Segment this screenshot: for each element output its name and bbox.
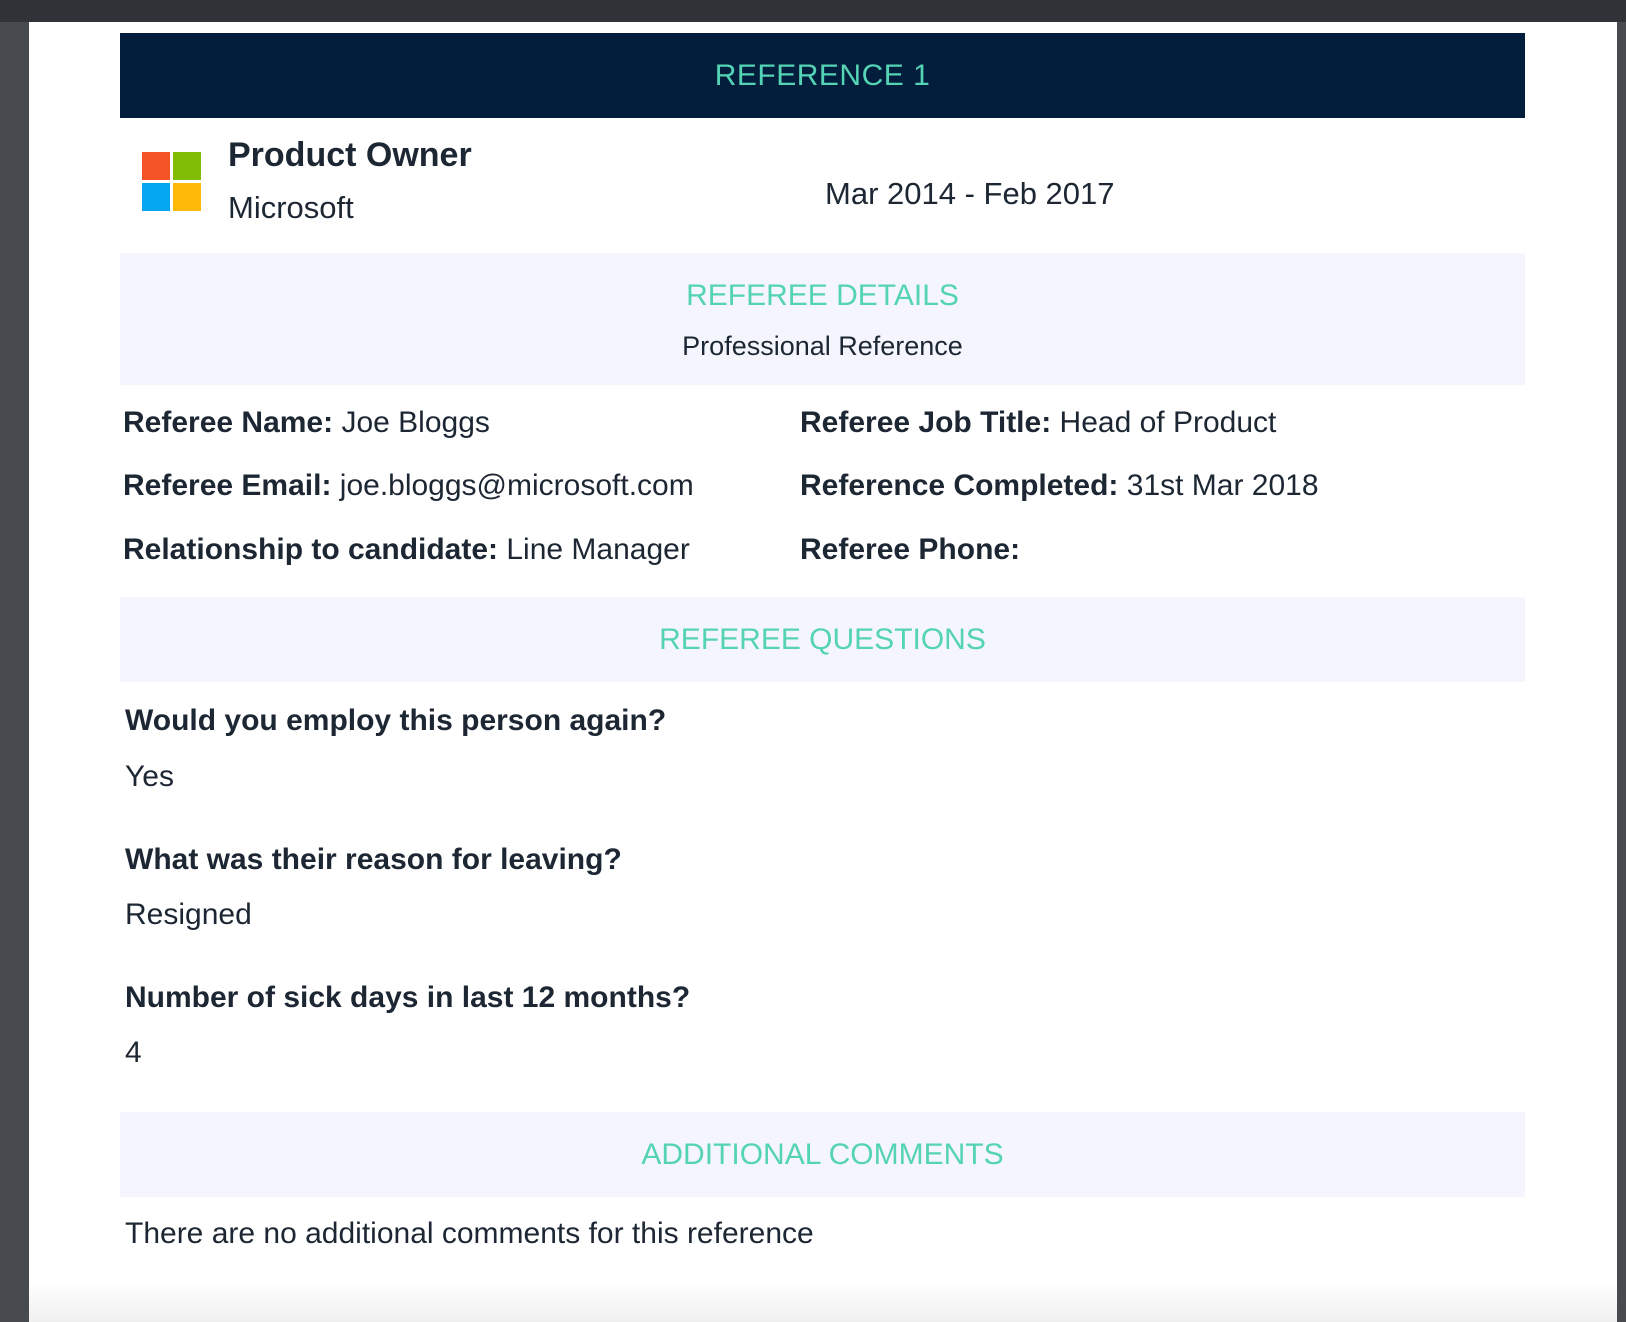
answer-2: Resigned — [125, 898, 252, 931]
logo-square-yellow — [173, 183, 201, 211]
additional-comments-band: ADDITIONAL COMMENTS — [120, 1112, 1525, 1197]
reference-header: REFERENCE 1 — [120, 33, 1525, 118]
additional-comments-text: There are no additional comments for thi… — [125, 1217, 814, 1250]
referee-details-grid: Referee Name: Joe Bloggs Referee Job Tit… — [120, 385, 1525, 597]
logo-square-blue — [142, 183, 170, 211]
relationship-to-candidate: Relationship to candidate: Line Manager — [123, 533, 690, 566]
viewer-top-bar — [0, 0, 1626, 22]
answer-3: 4 — [125, 1036, 142, 1069]
employment-dates: Mar 2014 - Feb 2017 — [825, 176, 1115, 211]
additional-comments-title: ADDITIONAL COMMENTS — [641, 1137, 1004, 1171]
referee-questions-title: REFEREE QUESTIONS — [659, 622, 986, 656]
page-fade — [29, 1282, 1617, 1322]
question-3: Number of sick days in last 12 months? — [125, 981, 691, 1014]
reference-card: REFERENCE 1 Product Owner Microsoft Mar … — [120, 33, 1525, 1277]
referee-email: Referee Email: joe.bloggs@microsoft.com — [123, 469, 694, 502]
logo-square-green — [173, 152, 201, 180]
job-title: Product Owner — [228, 136, 472, 174]
question-2: What was their reason for leaving? — [125, 843, 622, 876]
document-page: REFERENCE 1 Product Owner Microsoft Mar … — [29, 22, 1617, 1322]
reference-completed: Reference Completed: 31st Mar 2018 — [800, 469, 1319, 502]
referee-questions-band: REFEREE QUESTIONS — [120, 597, 1525, 682]
answer-1: Yes — [125, 760, 174, 793]
logo-square-red — [142, 152, 170, 180]
referee-phone: Referee Phone: — [800, 533, 1021, 566]
referee-job-title: Referee Job Title: Head of Product — [800, 406, 1277, 439]
question-1: Would you employ this person again? — [125, 704, 667, 737]
company-name: Microsoft — [228, 190, 354, 225]
reference-type: Professional Reference — [682, 331, 963, 361]
referee-details-band: REFEREE DETAILS Professional Reference — [120, 253, 1525, 385]
additional-comments-body: There are no additional comments for thi… — [120, 1197, 1525, 1277]
job-summary: Product Owner Microsoft Mar 2014 - Feb 2… — [120, 118, 1525, 253]
referee-details-title: REFEREE DETAILS — [686, 279, 959, 312]
referee-name: Referee Name: Joe Bloggs — [123, 406, 490, 439]
referee-questions-list: Would you employ this person again? Yes … — [120, 682, 1525, 1112]
reference-header-title: REFERENCE 1 — [714, 58, 931, 92]
microsoft-logo-icon — [142, 152, 202, 212]
